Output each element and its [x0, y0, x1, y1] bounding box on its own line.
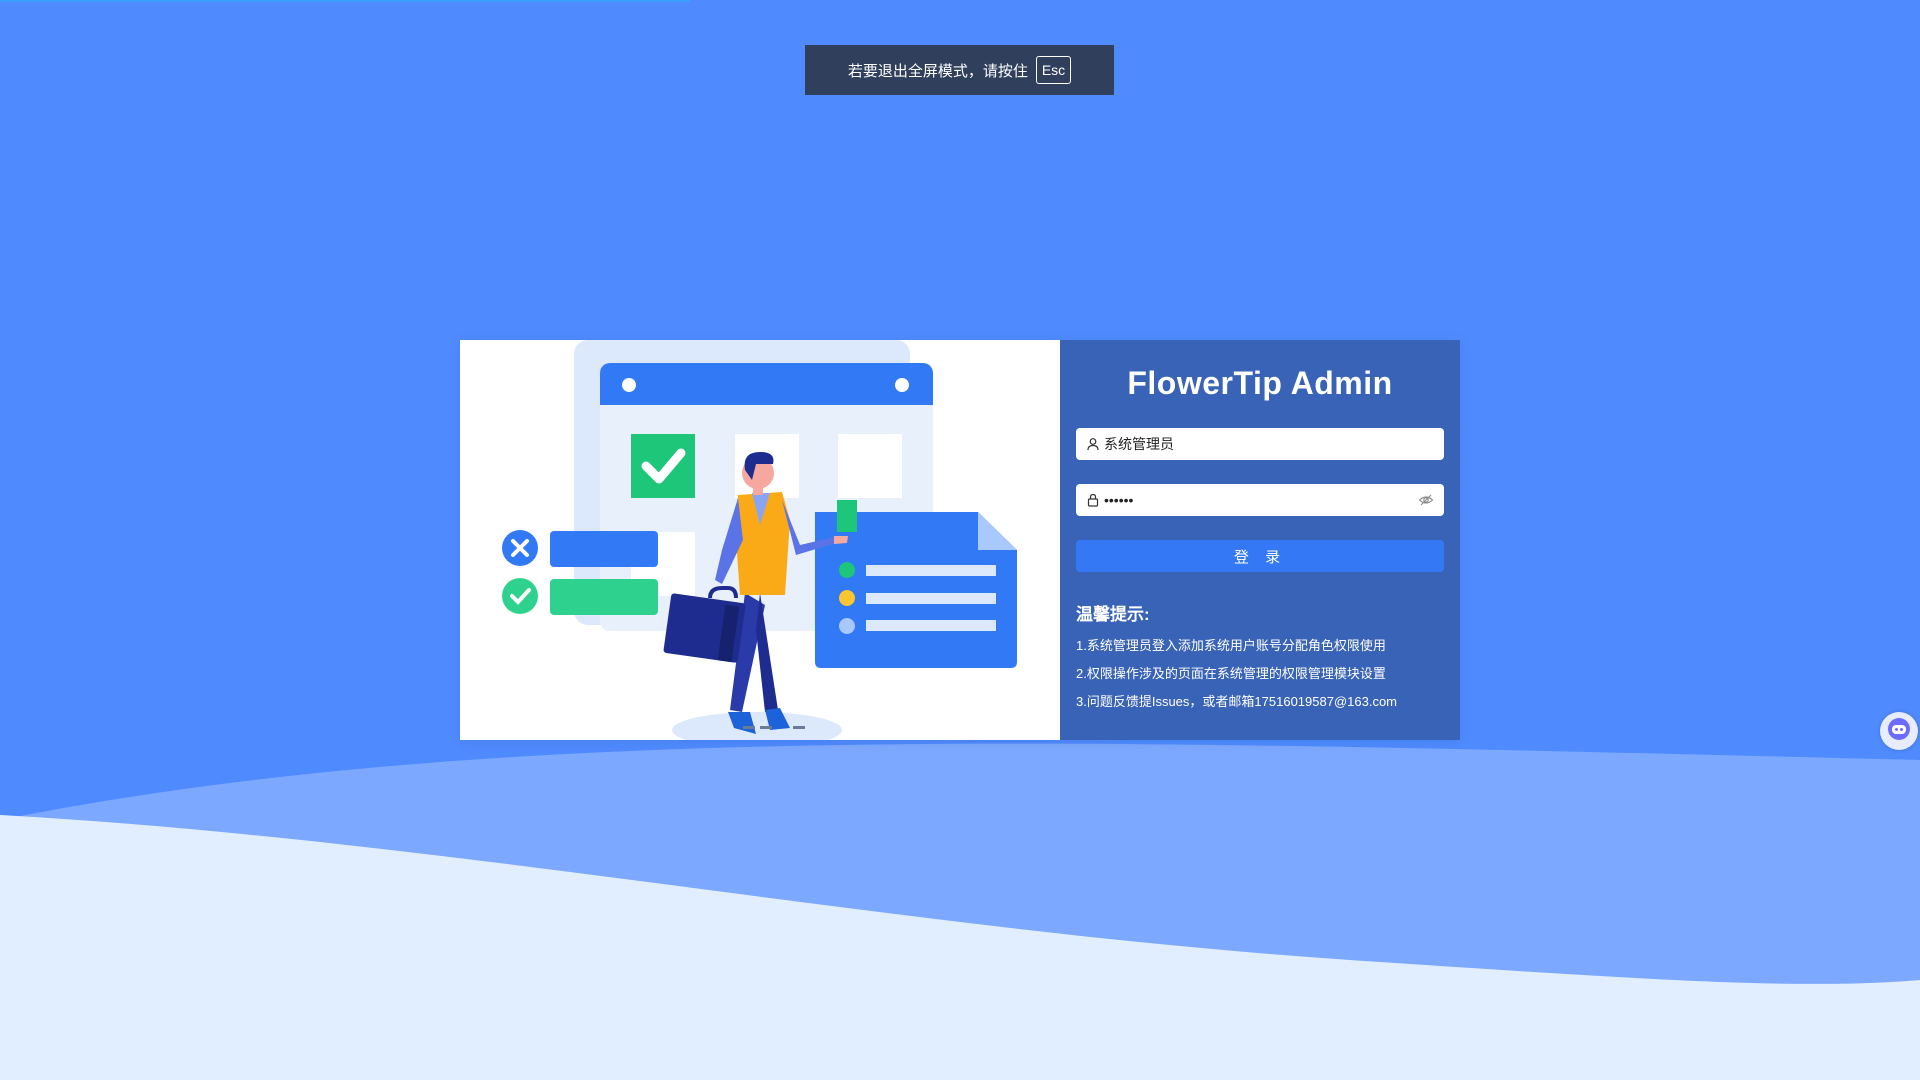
- tip-item: 1.系统管理员登入添加系统用户账号分配角色权限使用: [1076, 638, 1386, 653]
- app-title: FlowerTip Admin: [1127, 365, 1393, 401]
- esc-key-badge: Esc: [1035, 56, 1072, 84]
- password-mask: ••••••: [1104, 492, 1134, 508]
- login-button[interactable]: 登 录: [1076, 540, 1444, 572]
- tip-item: 2.权限操作涉及的页面在系统管理的权限管理模块设置: [1076, 666, 1386, 681]
- assistant-bot-button[interactable]: [1880, 712, 1918, 750]
- lock-icon: [1086, 493, 1100, 507]
- login-form-panel: FlowerTip Admin 系统管理员 •••••• 登 录 温馨提示: 1…: [1060, 340, 1460, 740]
- top-progress-bar: [0, 0, 690, 2]
- user-icon: [1086, 437, 1100, 451]
- fullscreen-exit-notice: 若要退出全屏模式，请按住 Esc: [805, 45, 1114, 95]
- login-card: FlowerTip Admin 系统管理员 •••••• 登 录 温馨提示: 1…: [460, 340, 1460, 740]
- username-input[interactable]: 系统管理员: [1076, 428, 1444, 460]
- password-input[interactable]: ••••••: [1076, 484, 1444, 516]
- fullscreen-notice-text: 若要退出全屏模式，请按住: [847, 62, 1028, 80]
- username-value: 系统管理员: [1104, 436, 1174, 452]
- eye-off-icon[interactable]: [1418, 492, 1434, 508]
- login-illustration: [460, 340, 1060, 740]
- background-waves: [0, 743, 1920, 1080]
- tips-title: 温馨提示:: [1076, 605, 1150, 624]
- tip-item: 3.问题反馈提Issues，或者邮箱17516019587@163.com: [1076, 694, 1398, 709]
- assistant-bot-icon: [1886, 716, 1912, 747]
- tips-list: 1.系统管理员登入添加系统用户账号分配角色权限使用 2.权限操作涉及的页面在系统…: [1076, 632, 1397, 716]
